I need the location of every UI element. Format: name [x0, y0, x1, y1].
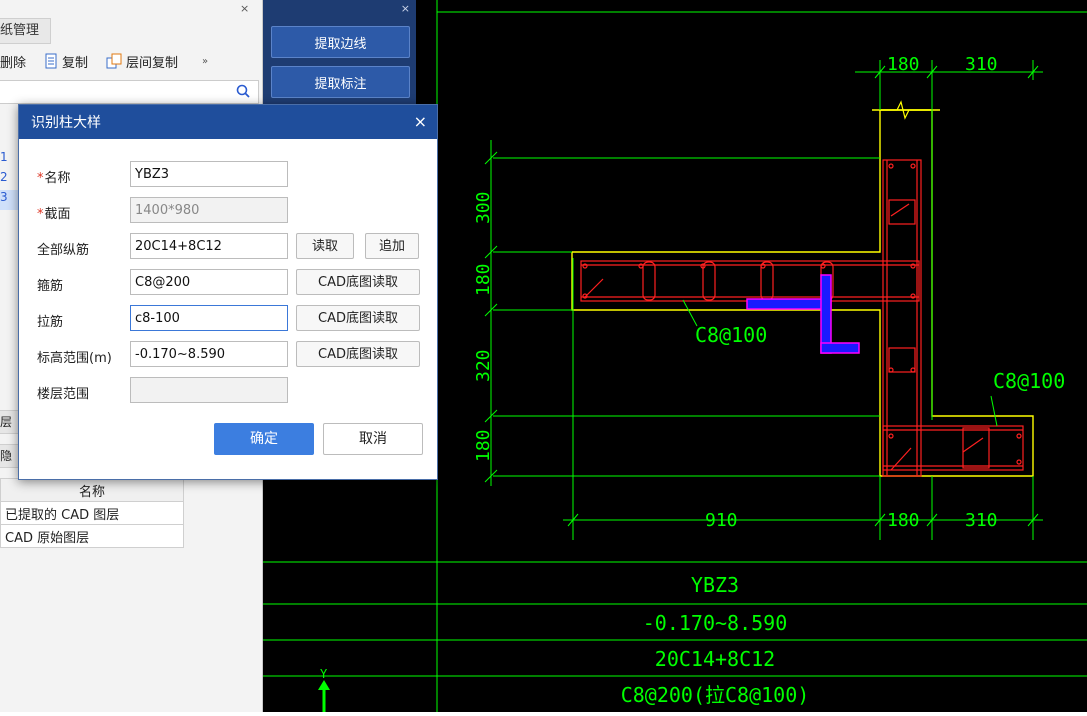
floor-range-field [130, 377, 288, 403]
tie-cad-read-button[interactable]: CAD底图读取 [296, 305, 420, 331]
extraction-panel: × 提取边线 提取标注 [263, 0, 416, 104]
elevation-row: 标高范围(m) -0.170~8.590 CAD底图读取 [19, 341, 437, 371]
table-row[interactable]: 已提取的 CAD 图层 [0, 501, 184, 525]
floor-range-row: 楼层范围 [19, 377, 437, 407]
tie-field[interactable]: c8-100 [130, 305, 288, 331]
table-elevation-cell: -0.170~8.590 [643, 611, 788, 635]
identify-column-detail-dialog: 识别柱大样 × *名称 YBZ3 *截面 1400*980 全部纵筋 20C14… [18, 104, 438, 480]
dialog-title: 识别柱大样 [31, 115, 101, 131]
list-item[interactable]: 1 [0, 150, 18, 170]
table-row[interactable]: CAD 原始图层 [0, 524, 184, 548]
stirrup-field[interactable]: C8@200 [130, 269, 288, 295]
table-stirrup-cell: C8@200(拉C8@100) [621, 683, 810, 707]
rebar-cage [580, 159, 1024, 477]
dim-left-180-b: 180 [473, 429, 494, 462]
tie-row: 拉筋 c8-100 CAD底图读取 [19, 305, 437, 335]
extract-edge-button[interactable]: 提取边线 [271, 26, 410, 58]
floor-copy-icon [106, 53, 122, 69]
layer-table: 名称 已提取的 CAD 图层 CAD 原始图层 [0, 478, 184, 548]
read-button[interactable]: 读取 [296, 233, 354, 259]
cancel-button[interactable]: 取消 [323, 423, 423, 455]
stirrup-cad-read-button[interactable]: CAD底图读取 [296, 269, 420, 295]
longitudinal-label: 全部纵筋 [37, 243, 90, 258]
more-icon[interactable]: » [202, 56, 208, 67]
axis-y-label: Y [320, 667, 328, 681]
floor-copy-button[interactable]: 层间复制 [106, 52, 178, 71]
elevation-cad-read-button[interactable]: CAD底图读取 [296, 341, 420, 367]
tie-label: 拉筋 [37, 315, 64, 330]
dim-top-310: 310 [965, 54, 998, 75]
dim-left-180-a: 180 [473, 263, 494, 296]
stirrup-row: 箍筋 C8@200 CAD底图读取 [19, 269, 437, 299]
dimension-lines [484, 65, 1043, 527]
elevation-label: 标高范围(m) [37, 351, 112, 366]
dim-bottom-910: 910 [705, 510, 738, 531]
section-row: *截面 1400*980 [19, 197, 437, 227]
tab-hide[interactable]: 隐藏 [0, 444, 19, 468]
floor-copy-label: 层间复制 [126, 55, 179, 71]
elevation-field[interactable]: -0.170~8.590 [130, 341, 288, 367]
floor-range-label: 楼层范围 [37, 387, 90, 402]
dim-bottom-310: 310 [965, 510, 998, 531]
layer-table-header: 名称 [0, 478, 184, 502]
longitudinal-field[interactable]: 20C14+8C12 [130, 233, 288, 259]
table-longitudinal-cell: 20C14+8C12 [655, 647, 775, 671]
close-icon[interactable]: × [414, 112, 427, 131]
ucs-axis-icon: Y [318, 667, 330, 712]
section-label: 截面 [44, 207, 71, 222]
left-toolbar: 删除 复制 层间复制 » [0, 46, 262, 76]
name-field[interactable]: YBZ3 [130, 161, 288, 187]
dialog-title-bar[interactable]: 识别柱大样 × [19, 105, 437, 139]
name-label: 名称 [44, 171, 71, 186]
name-row: *名称 YBZ3 [19, 161, 437, 191]
tab-drawing-management[interactable]: 纸管理 [0, 18, 51, 44]
stirrup-annotation-2: C8@100 [993, 369, 1065, 393]
drawing-list: 1 2 3 [0, 150, 18, 230]
section-field: 1400*980 [130, 197, 288, 223]
copy-label: 复制 [62, 55, 89, 71]
extract-annotation-button[interactable]: 提取标注 [271, 66, 410, 98]
search-icon[interactable] [236, 84, 250, 98]
tab-floor-management[interactable]: 层管 [0, 410, 19, 434]
list-item-selected[interactable]: 3 [0, 190, 18, 210]
delete-label: 删除 [0, 55, 27, 71]
delete-button[interactable]: 删除 [0, 52, 26, 71]
stirrup-label: 箍筋 [37, 279, 64, 294]
dim-bottom-180: 180 [887, 510, 920, 531]
search-input[interactable] [0, 80, 259, 104]
longitudinal-row: 全部纵筋 20C14+8C12 读取 追加 [19, 233, 437, 263]
close-icon[interactable]: × [401, 2, 410, 15]
table-name-cell: YBZ3 [691, 573, 739, 597]
append-button[interactable]: 追加 [365, 233, 419, 259]
dim-left-300: 300 [473, 191, 494, 224]
ok-button[interactable]: 确定 [214, 423, 314, 455]
copy-icon [45, 53, 57, 69]
dim-top-180: 180 [887, 54, 920, 75]
dim-left-320: 320 [473, 349, 494, 382]
copy-button[interactable]: 复制 [44, 52, 88, 71]
list-item[interactable]: 2 [0, 170, 18, 190]
column-outline [571, 109, 1034, 477]
close-icon[interactable]: × [240, 2, 249, 15]
stirrup-annotation-1: C8@100 [695, 323, 767, 347]
